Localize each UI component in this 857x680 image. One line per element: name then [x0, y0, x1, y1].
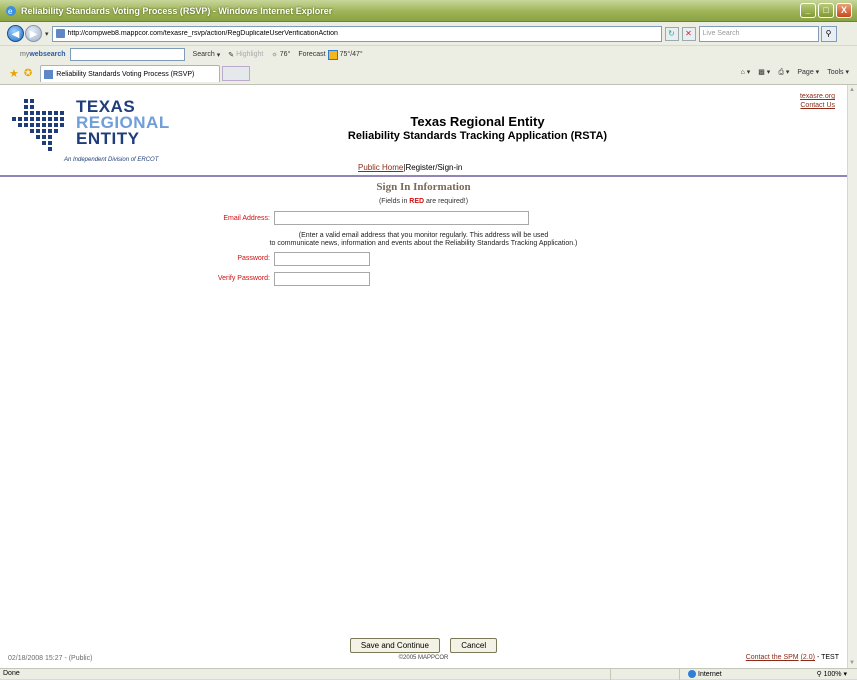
- highlight-button[interactable]: ✎ Highlight: [228, 51, 263, 59]
- save-and-continue-button[interactable]: Save and Continue: [349, 638, 440, 653]
- password-field[interactable]: [274, 252, 370, 266]
- favorites-star-icon[interactable]: ★: [9, 67, 19, 80]
- texas-re-logo: TEXAS REGIONAL ENTITY An Independent Div…: [10, 91, 185, 171]
- history-dropdown-icon[interactable]: ▾: [45, 30, 49, 38]
- top-links: texasre.org Contact Us: [800, 92, 835, 110]
- status-text: Done: [3, 670, 20, 677]
- security-zone: Internet: [688, 670, 722, 678]
- contact-spm-link[interactable]: Contact the SPM: [746, 654, 799, 661]
- status-panes: [610, 669, 680, 680]
- weather-temperature[interactable]: ☼ 76°: [271, 51, 290, 58]
- address-bar[interactable]: http://compweb8.mappcor.com/texasre_rsvp…: [51, 25, 662, 42]
- page-header: Texas Regional Entity Reliability Standa…: [330, 114, 625, 142]
- vertical-scrollbar[interactable]: ▲ ▼: [847, 85, 857, 668]
- mywebsearch-toolbar: mywebsearch Search ▾ ✎ Highlight ☼ 76° For…: [0, 45, 857, 63]
- form-buttons: Save and Continue Cancel: [0, 638, 847, 653]
- forward-arrow-icon[interactable]: ▶: [25, 25, 42, 42]
- toolbar-search-input[interactable]: [69, 48, 185, 61]
- back-arrow-icon[interactable]: ◀: [7, 25, 24, 42]
- texasre-link[interactable]: texasre.org: [800, 92, 835, 101]
- required-note: (Fields in RED are required!): [378, 198, 469, 205]
- scroll-down-icon[interactable]: ▼: [849, 660, 855, 666]
- email-field[interactable]: [274, 211, 529, 225]
- add-favorites-icon[interactable]: ✪: [24, 68, 32, 79]
- scroll-up-icon[interactable]: ▲: [849, 87, 855, 93]
- address-row: ◀ ▶ ▾ http://compweb8.mappcor.com/texasr…: [0, 22, 857, 45]
- address-url: http://compweb8.mappcor.com/texasre_rsvp…: [67, 30, 338, 37]
- stop-icon[interactable]: ✕: [681, 26, 696, 41]
- print-icon[interactable]: ⎙ ▾: [778, 68, 789, 77]
- sun-icon: [327, 49, 338, 60]
- environment-label: - TEST: [816, 654, 839, 661]
- highlighter-icon: ✎: [228, 51, 235, 59]
- copyright: ©2005 MAPPCOR: [398, 655, 449, 661]
- page-icon: [44, 69, 54, 79]
- logo-subtitle: An Independent Division of ERCOT: [64, 157, 159, 163]
- tools-menu[interactable]: Tools ▾: [827, 68, 849, 77]
- status-bar: Done Internet ⚲ 100% ▾: [0, 668, 857, 680]
- register-signin-label: Register/Sign-in: [405, 163, 463, 172]
- live-search-input[interactable]: Live Search: [698, 25, 819, 42]
- texas-map-grid-icon: [12, 99, 64, 151]
- verify-password-label: Verify Password:: [217, 275, 270, 282]
- window-title: Reliability Standards Voting Process (RS…: [21, 5, 333, 16]
- window-titlebar: e Reliability Standards Voting Process (…: [0, 0, 857, 22]
- zoom-level[interactable]: ⚲ 100% ▾: [817, 670, 847, 678]
- internet-explorer-icon: e: [6, 5, 16, 16]
- email-help-text: (Enter a valid email address that you mo…: [269, 232, 578, 247]
- home-icon[interactable]: ⌂ ▾: [741, 68, 751, 77]
- breadcrumb: Public Home|Register/Sign-in: [358, 163, 462, 172]
- page-menu[interactable]: Page ▾: [797, 68, 819, 77]
- globe-icon: [688, 670, 696, 678]
- version-link[interactable]: (2.0): [801, 654, 815, 661]
- contact-us-link[interactable]: Contact Us: [800, 101, 835, 110]
- timestamp: 02/18/2008 15:27 - (Public): [8, 655, 93, 662]
- tab-label: Reliability Standards Voting Process (RS…: [56, 70, 195, 78]
- page-content: TEXAS REGIONAL ENTITY An Independent Div…: [0, 85, 847, 668]
- mywebsearch-logo: mywebsearch: [20, 51, 66, 58]
- page-icon: [55, 29, 65, 38]
- section-title: Sign In Information: [376, 181, 471, 193]
- verify-password-field[interactable]: [274, 272, 370, 286]
- password-label: Password:: [237, 255, 270, 262]
- maximize-button[interactable]: □: [818, 3, 834, 18]
- weather-icon: ☼: [271, 51, 278, 58]
- search-icon[interactable]: ⚲: [820, 25, 837, 42]
- page-title: Texas Regional Entity: [410, 114, 545, 129]
- logo-text-entity: ENTITY: [76, 129, 140, 148]
- zoom-icon: ⚲: [816, 671, 822, 678]
- page-subtitle: Reliability Standards Tracking Applicati…: [347, 130, 608, 142]
- new-tab-button[interactable]: [222, 66, 251, 81]
- refresh-icon[interactable]: ↻: [664, 26, 679, 41]
- footer-links: Contact the SPM (2.0) - TEST: [746, 654, 839, 661]
- header-divider: [0, 175, 847, 177]
- svg-text:e: e: [8, 7, 13, 16]
- toolbar-search-button[interactable]: Search ▾: [193, 51, 221, 59]
- tab-row: ★ ✪ Reliability Standards Voting Process…: [0, 63, 857, 85]
- public-home-link[interactable]: Public Home: [358, 163, 403, 172]
- cancel-button[interactable]: Cancel: [450, 638, 498, 653]
- email-label: Email Address:: [223, 215, 270, 222]
- forecast-button[interactable]: Forecast 75°/47°: [298, 49, 363, 60]
- tab-rsvp[interactable]: Reliability Standards Voting Process (RS…: [40, 65, 221, 82]
- feeds-icon[interactable]: ▩ ▾: [758, 68, 770, 77]
- close-button[interactable]: X: [836, 3, 852, 18]
- minimize-button[interactable]: _: [800, 3, 816, 18]
